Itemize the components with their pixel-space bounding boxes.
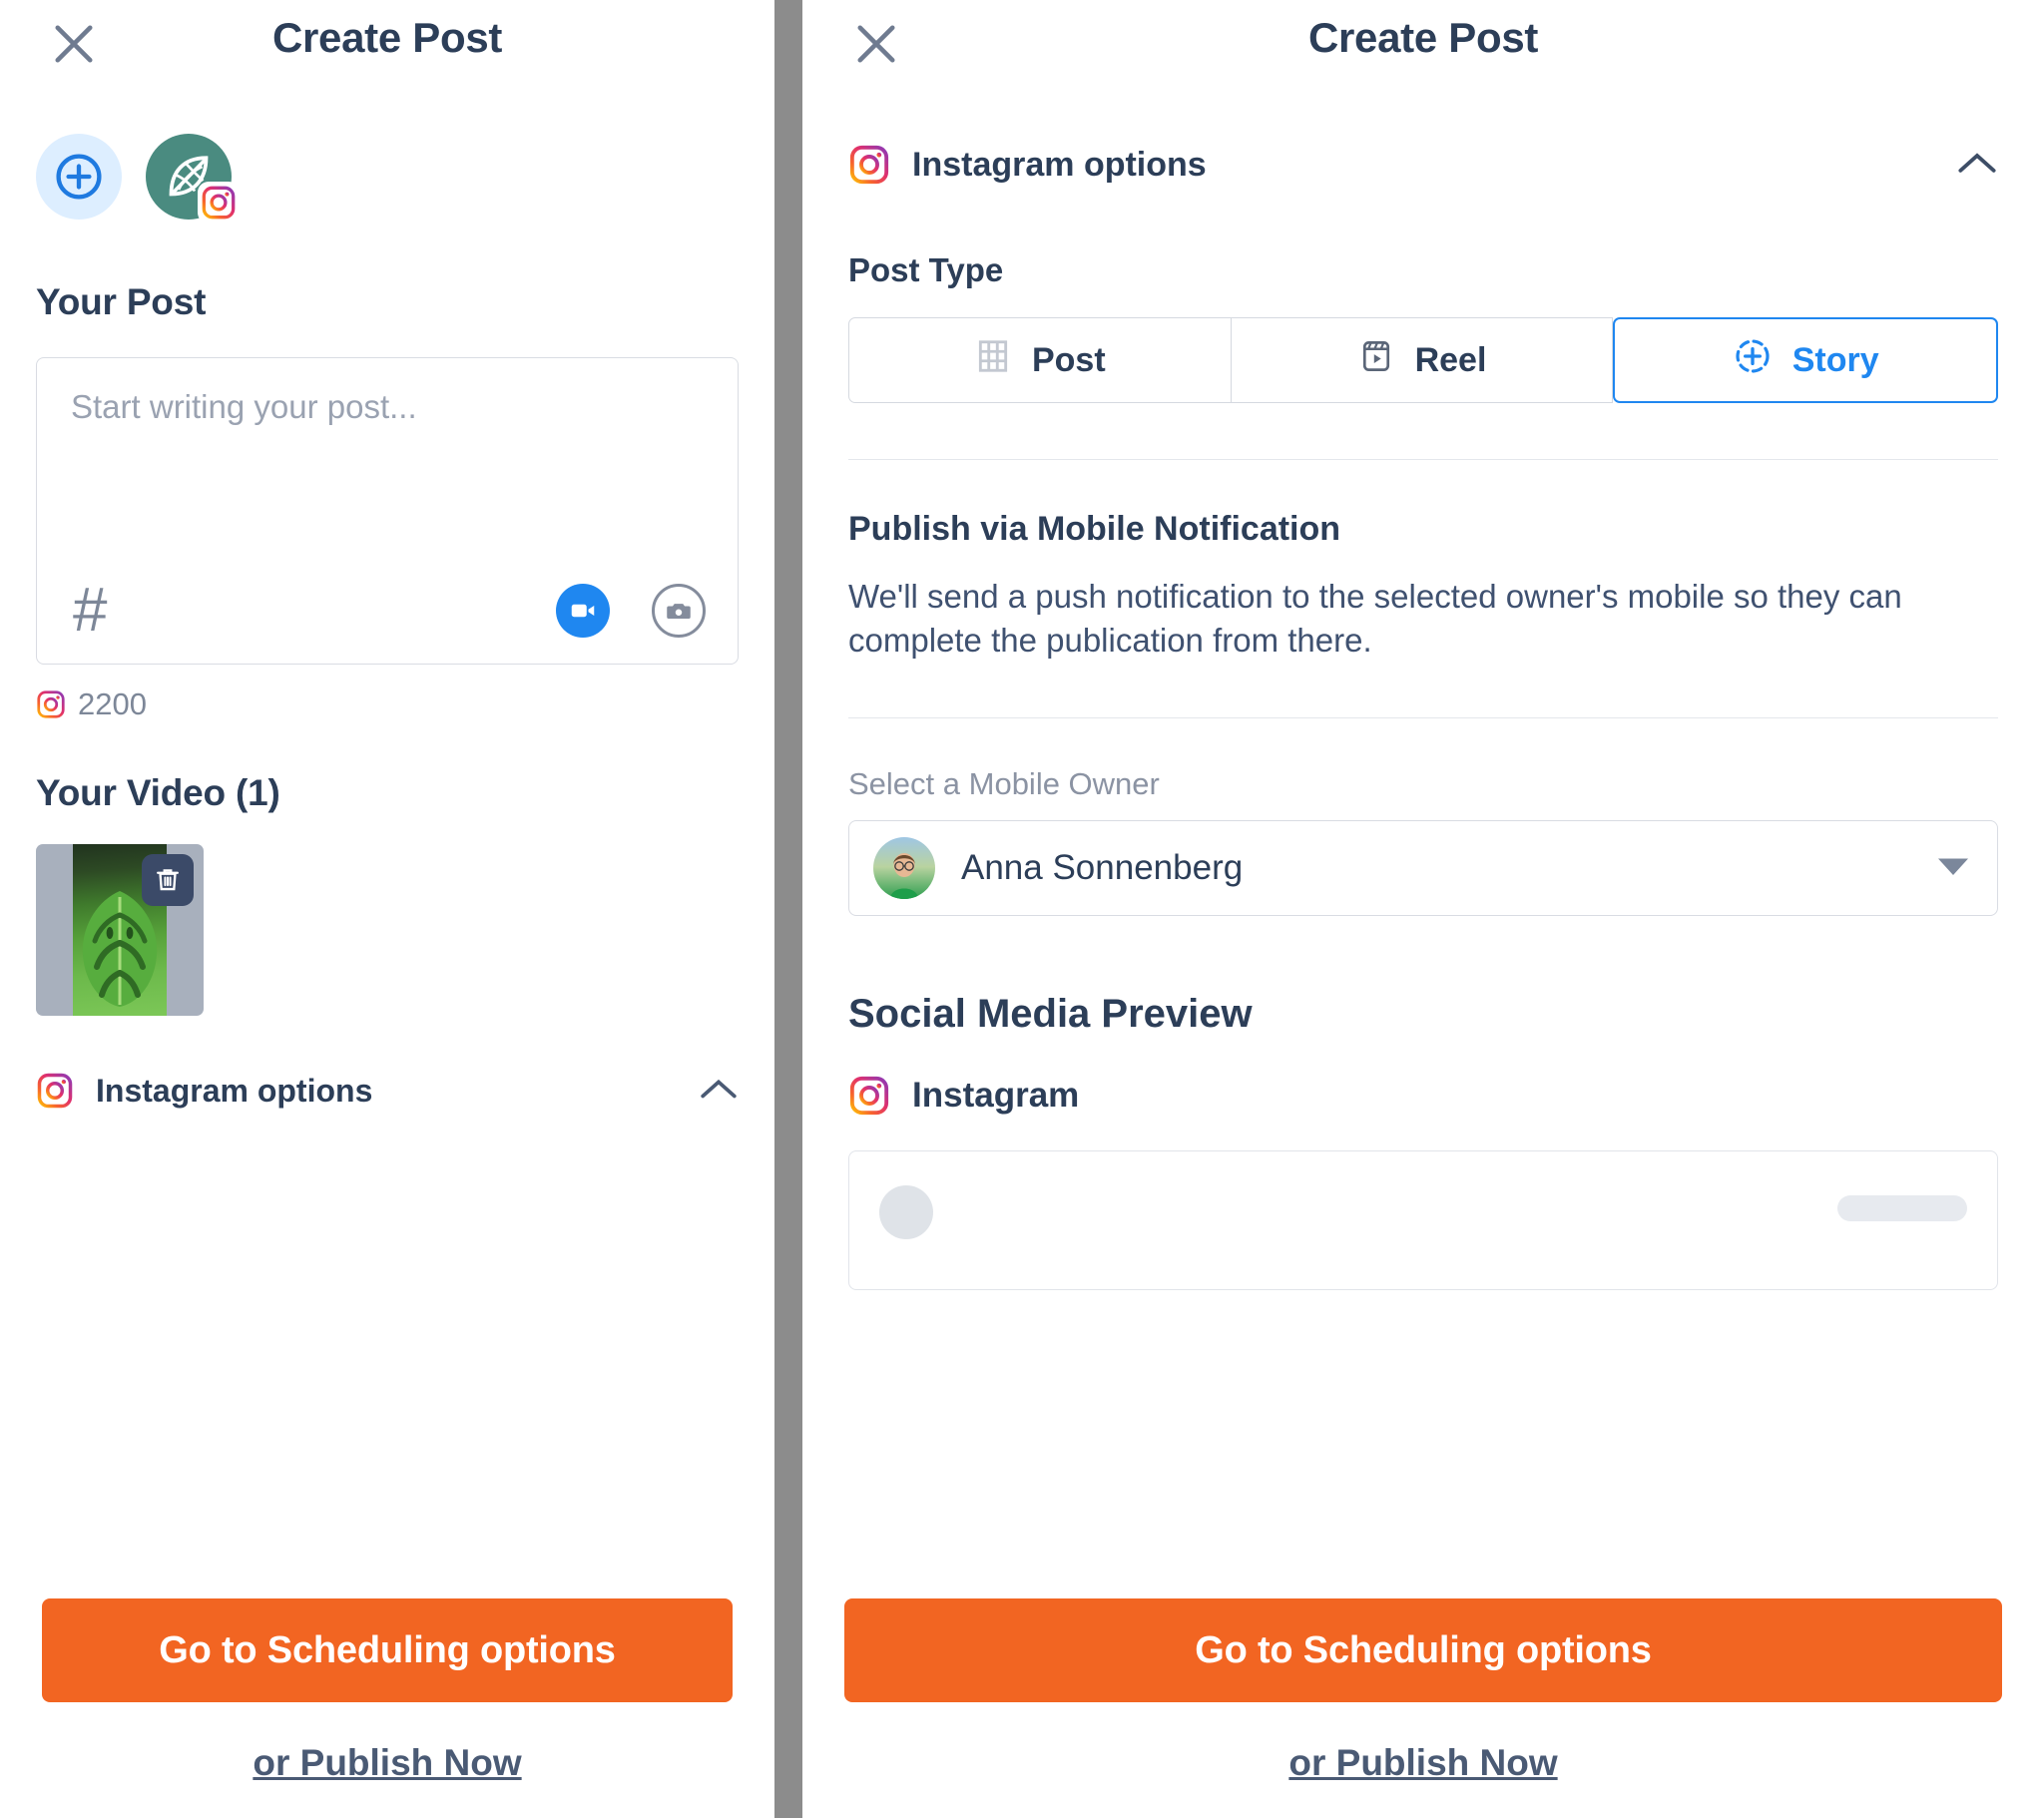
left-create-post-panel: Create Post Your Post Start writing your… [0, 0, 774, 1818]
instagram-options-toggle[interactable]: Instagram options [848, 144, 1998, 186]
plus-circle-icon[interactable] [36, 134, 122, 220]
left-header: Create Post [0, 0, 774, 108]
panel-divider [774, 0, 802, 1818]
avatar [873, 837, 935, 900]
video-camera-icon[interactable] [556, 584, 610, 638]
post-type-label-reel: Reel [1414, 340, 1487, 379]
character-count-value: 2200 [78, 686, 147, 721]
post-type-label-story: Story [1791, 340, 1879, 379]
publish-now-link[interactable]: or Publish Now [0, 1742, 774, 1784]
instagram-icon [848, 1075, 890, 1117]
instagram-icon [848, 144, 890, 186]
post-type-heading: Post Type [848, 251, 1004, 288]
page-title: Create Post [1307, 14, 1539, 61]
post-type-segmented-control: Post Reel Story [848, 317, 1999, 403]
right-create-post-panel: Create Post Instagram options Post Type [802, 0, 2044, 1818]
post-type-option-post[interactable]: Post [848, 317, 1232, 403]
account-selector [0, 108, 774, 224]
chevron-up-icon[interactable] [699, 1076, 739, 1107]
trash-icon[interactable] [142, 854, 194, 906]
avatar[interactable] [146, 134, 240, 224]
create-post-screenshot: Create Post Your Post Start writing your… [0, 0, 2044, 1818]
hashtag-icon[interactable]: # [73, 580, 107, 642]
post-type-option-story[interactable]: Story [1613, 317, 1999, 403]
mobile-owner-field-label: Select a Mobile Owner [848, 766, 1160, 802]
camera-icon[interactable] [652, 584, 706, 638]
story-plus-icon [1733, 336, 1773, 385]
go-to-scheduling-options-button[interactable]: Go to Scheduling options [844, 1598, 2002, 1702]
character-count: 2200 [0, 686, 774, 722]
mobile-owner-select[interactable]: Anna Sonnenberg [848, 820, 1998, 917]
instagram-icon [36, 689, 66, 719]
left-footer: Go to Scheduling options or Publish Now [0, 1571, 774, 1818]
grid-icon [974, 337, 1012, 384]
post-type-label-post: Post [1031, 340, 1106, 379]
caret-down-icon[interactable] [1935, 854, 1971, 883]
publish-now-link[interactable]: or Publish Now [802, 1742, 2044, 1784]
your-video-heading: Your Video (1) [36, 772, 280, 813]
video-thumbnail[interactable] [36, 844, 204, 1016]
reel-play-icon [1357, 337, 1395, 384]
mobile-owner-value: Anna Sonnenberg [961, 848, 1244, 888]
your-post-heading: Your Post [36, 281, 207, 322]
instagram-options-label: Instagram options [912, 145, 1207, 184]
section-divider-2 [848, 717, 1998, 719]
post-composer[interactable]: Start writing your post... # [36, 357, 739, 665]
instagram-icon [198, 182, 240, 224]
mobile-notification-description: We'll send a push notification to the se… [848, 578, 1902, 659]
page-title: Create Post [271, 14, 503, 61]
composer-toolbar: # [37, 580, 738, 642]
instagram-options-toggle[interactable]: Instagram options [0, 1072, 774, 1110]
preview-card [848, 1150, 1998, 1291]
go-to-scheduling-options-button[interactable]: Go to Scheduling options [42, 1598, 733, 1702]
right-panel-body: Instagram options Post Type Post Reel St… [802, 144, 2044, 1291]
instagram-icon [36, 1072, 74, 1110]
mobile-notification-heading: Publish via Mobile Notification [848, 510, 1341, 548]
preview-network-label: Instagram [912, 1076, 1080, 1116]
instagram-options-label: Instagram options [96, 1072, 373, 1109]
monstera-leaf-icon [82, 890, 158, 1007]
post-text-placeholder: Start writing your post... [71, 388, 417, 425]
post-type-option-reel[interactable]: Reel [1231, 317, 1614, 403]
right-header: Create Post [802, 0, 2044, 108]
right-footer: Go to Scheduling options or Publish Now [802, 1571, 2044, 1818]
media-thumbnail-list [0, 844, 774, 1016]
preview-avatar [879, 1185, 933, 1240]
preview-network-row: Instagram [848, 1075, 1998, 1117]
section-divider-1 [848, 459, 1998, 460]
chevron-up-icon[interactable] [1956, 150, 1998, 181]
preview-placeholder-bar [1837, 1195, 1967, 1222]
social-media-preview-heading: Social Media Preview [848, 992, 1253, 1037]
